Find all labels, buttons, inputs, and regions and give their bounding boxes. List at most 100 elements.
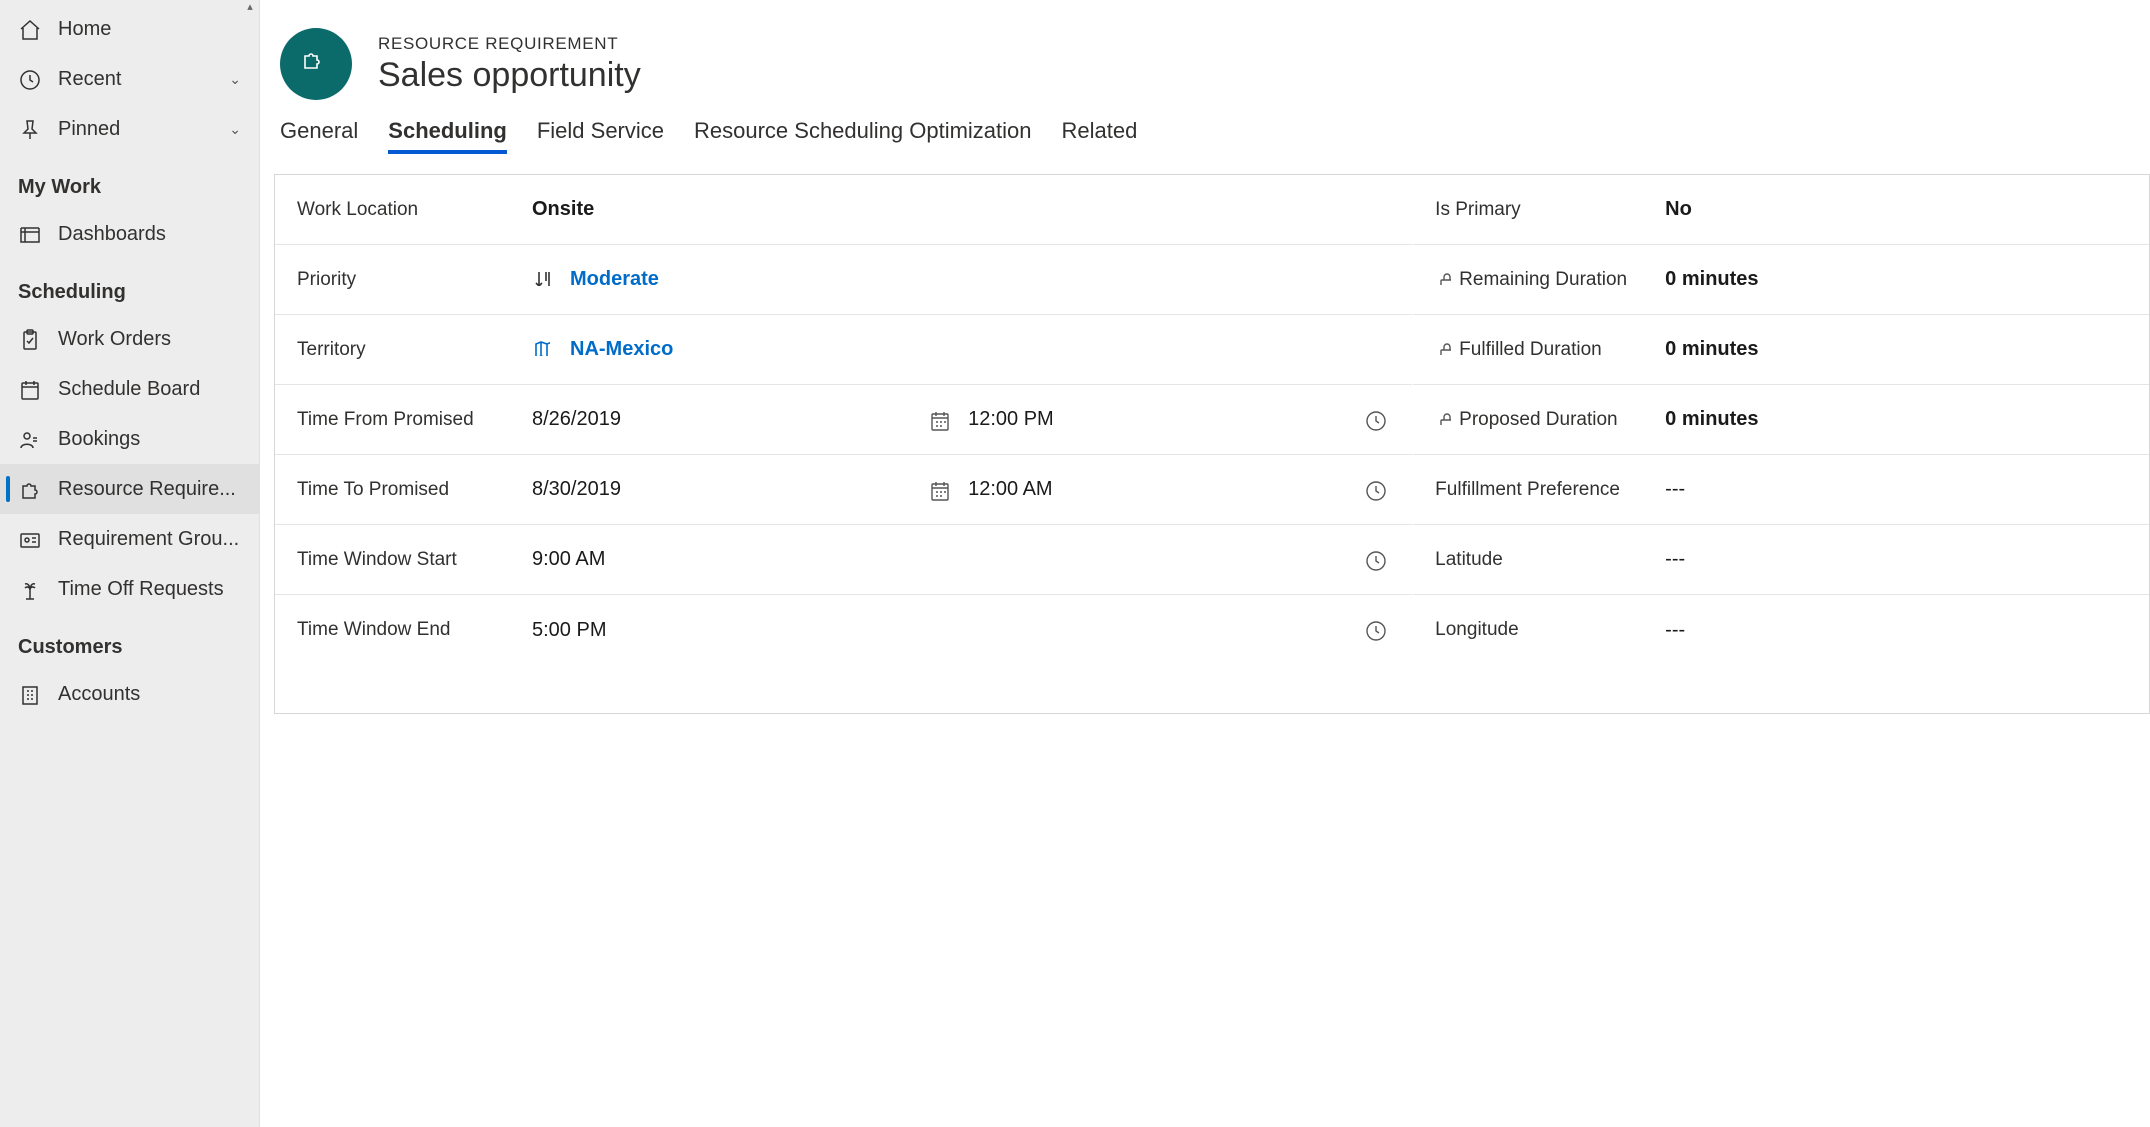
time-picker-icon[interactable] <box>1360 405 1390 435</box>
nav-work-orders[interactable]: Work Orders <box>0 314 259 364</box>
calendar-picker-icon[interactable] <box>924 475 954 505</box>
chevron-down-icon: ⌄ <box>229 121 241 138</box>
form-area: Work Location Onsite Priority Moderate T… <box>274 174 2150 714</box>
nav-pinned[interactable]: Pinned ⌄ <box>0 104 259 154</box>
time-value[interactable]: 5:00 PM <box>532 619 606 642</box>
time-value[interactable]: 9:00 AM <box>532 548 605 571</box>
idcard-icon <box>18 528 40 550</box>
section-scheduling: Scheduling <box>0 259 259 314</box>
nav-label: Schedule Board <box>58 378 241 401</box>
sidebar: ▴ Home Recent ⌄ Pinned ⌄ My Work Dashboa… <box>0 0 260 1127</box>
section-customers: Customers <box>0 614 259 669</box>
nav-label: Dashboards <box>58 223 241 246</box>
record-title: Sales opportunity <box>378 56 641 95</box>
field-time-window-start[interactable]: Time Window Start 9:00 AM <box>275 525 1412 595</box>
nav-recent[interactable]: Recent ⌄ <box>0 54 259 104</box>
nav-requirement-groups[interactable]: Requirement Grou... <box>0 514 259 564</box>
field-is-primary[interactable]: Is Primary No <box>1413 175 2149 245</box>
field-time-from-promised[interactable]: Time From Promised 8/26/2019 12:00 PM <box>275 385 1412 455</box>
lock-icon <box>1435 269 1451 291</box>
field-priority[interactable]: Priority Moderate <box>275 245 1412 315</box>
field-remaining-duration: Remaining Duration 0 minutes <box>1413 245 2149 315</box>
field-label: Priority <box>297 269 532 291</box>
field-label-text: Proposed Duration <box>1459 409 1617 431</box>
nav-home[interactable]: Home <box>0 4 259 54</box>
tab-related[interactable]: Related <box>1062 118 1138 154</box>
field-value: --- <box>1665 478 2127 501</box>
time-value[interactable]: 12:00 PM <box>968 408 1054 431</box>
date-value[interactable]: 8/30/2019 <box>532 478 621 501</box>
nav-label: Home <box>58 18 241 41</box>
field-label: Proposed Duration <box>1435 409 1665 431</box>
field-time-to-promised[interactable]: Time To Promised 8/30/2019 12:00 AM <box>275 455 1412 525</box>
map-icon <box>532 338 550 362</box>
field-value: 0 minutes <box>1665 338 2127 361</box>
field-label: Latitude <box>1435 549 1665 571</box>
calendar-icon <box>18 378 40 400</box>
home-icon <box>18 18 40 40</box>
record-type-badge <box>280 28 352 100</box>
nav-resource-requirements[interactable]: Resource Require... <box>0 464 259 514</box>
tab-scheduling[interactable]: Scheduling <box>388 118 507 154</box>
field-label: Time To Promised <box>297 479 532 501</box>
field-value: 8/26/2019 12:00 PM <box>532 405 1390 435</box>
field-fulfilled-duration: Fulfilled Duration 0 minutes <box>1413 315 2149 385</box>
field-value: 8/30/2019 12:00 AM <box>532 475 1390 505</box>
nav-label: Time Off Requests <box>58 578 241 601</box>
field-value: NA-Mexico <box>532 338 1390 362</box>
time-picker-icon[interactable] <box>1360 545 1390 575</box>
nav-label: Resource Require... <box>58 478 241 501</box>
field-work-location[interactable]: Work Location Onsite <box>275 175 1412 245</box>
field-label: Is Primary <box>1435 199 1665 221</box>
nav-time-off-requests[interactable]: Time Off Requests <box>0 564 259 614</box>
field-latitude[interactable]: Latitude --- <box>1413 525 2149 595</box>
form-column-left: Work Location Onsite Priority Moderate T… <box>275 175 1413 713</box>
section-my-work: My Work <box>0 154 259 209</box>
priority-link[interactable]: Moderate <box>570 268 659 291</box>
field-longitude[interactable]: Longitude --- <box>1413 595 2149 665</box>
date-value[interactable]: 8/26/2019 <box>532 408 621 431</box>
field-label: Fulfilled Duration <box>1435 339 1665 361</box>
field-value: --- <box>1665 619 2127 642</box>
field-label: Fulfillment Preference <box>1435 479 1665 501</box>
nav-accounts[interactable]: Accounts <box>0 669 259 719</box>
field-label: Time From Promised <box>297 409 532 431</box>
nav-label: Recent <box>58 68 229 91</box>
field-value: Moderate <box>532 268 1390 292</box>
field-value: --- <box>1665 548 2127 571</box>
field-fulfillment-preference[interactable]: Fulfillment Preference --- <box>1413 455 2149 525</box>
nav-label: Bookings <box>58 428 241 451</box>
field-label: Work Location <box>297 199 532 221</box>
nav-label: Work Orders <box>58 328 241 351</box>
nav-label: Pinned <box>58 118 229 141</box>
time-picker-icon[interactable] <box>1360 475 1390 505</box>
nav-dashboards[interactable]: Dashboards <box>0 209 259 259</box>
field-proposed-duration: Proposed Duration 0 minutes <box>1413 385 2149 455</box>
clock-icon <box>18 68 40 90</box>
tab-rso[interactable]: Resource Scheduling Optimization <box>694 118 1032 154</box>
nav-schedule-board[interactable]: Schedule Board <box>0 364 259 414</box>
field-label: Time Window End <box>297 619 532 641</box>
lock-icon <box>1435 409 1451 431</box>
field-territory[interactable]: Territory NA-Mexico <box>275 315 1412 385</box>
field-value: Onsite <box>532 198 1390 221</box>
territory-link[interactable]: NA-Mexico <box>570 338 673 361</box>
field-value: 9:00 AM <box>532 545 1390 575</box>
time-picker-icon[interactable] <box>1360 615 1390 645</box>
record-entity-name: RESOURCE REQUIREMENT <box>378 34 641 54</box>
tab-general[interactable]: General <box>280 118 358 154</box>
field-label-text: Remaining Duration <box>1459 269 1627 291</box>
field-value: 0 minutes <box>1665 268 2127 291</box>
tab-field-service[interactable]: Field Service <box>537 118 664 154</box>
calendar-picker-icon[interactable] <box>924 405 954 435</box>
clipboard-icon <box>18 328 40 350</box>
time-value[interactable]: 12:00 AM <box>968 478 1053 501</box>
form-column-right: Is Primary No Remaining Duration 0 minut… <box>1413 175 2149 713</box>
field-value: 5:00 PM <box>532 615 1390 645</box>
field-value: 0 minutes <box>1665 408 2127 431</box>
tab-bar: General Scheduling Field Service Resourc… <box>260 118 2150 160</box>
palm-icon <box>18 578 40 600</box>
nav-bookings[interactable]: Bookings <box>0 414 259 464</box>
field-time-window-end[interactable]: Time Window End 5:00 PM <box>275 595 1412 665</box>
dashboard-icon <box>18 223 40 245</box>
